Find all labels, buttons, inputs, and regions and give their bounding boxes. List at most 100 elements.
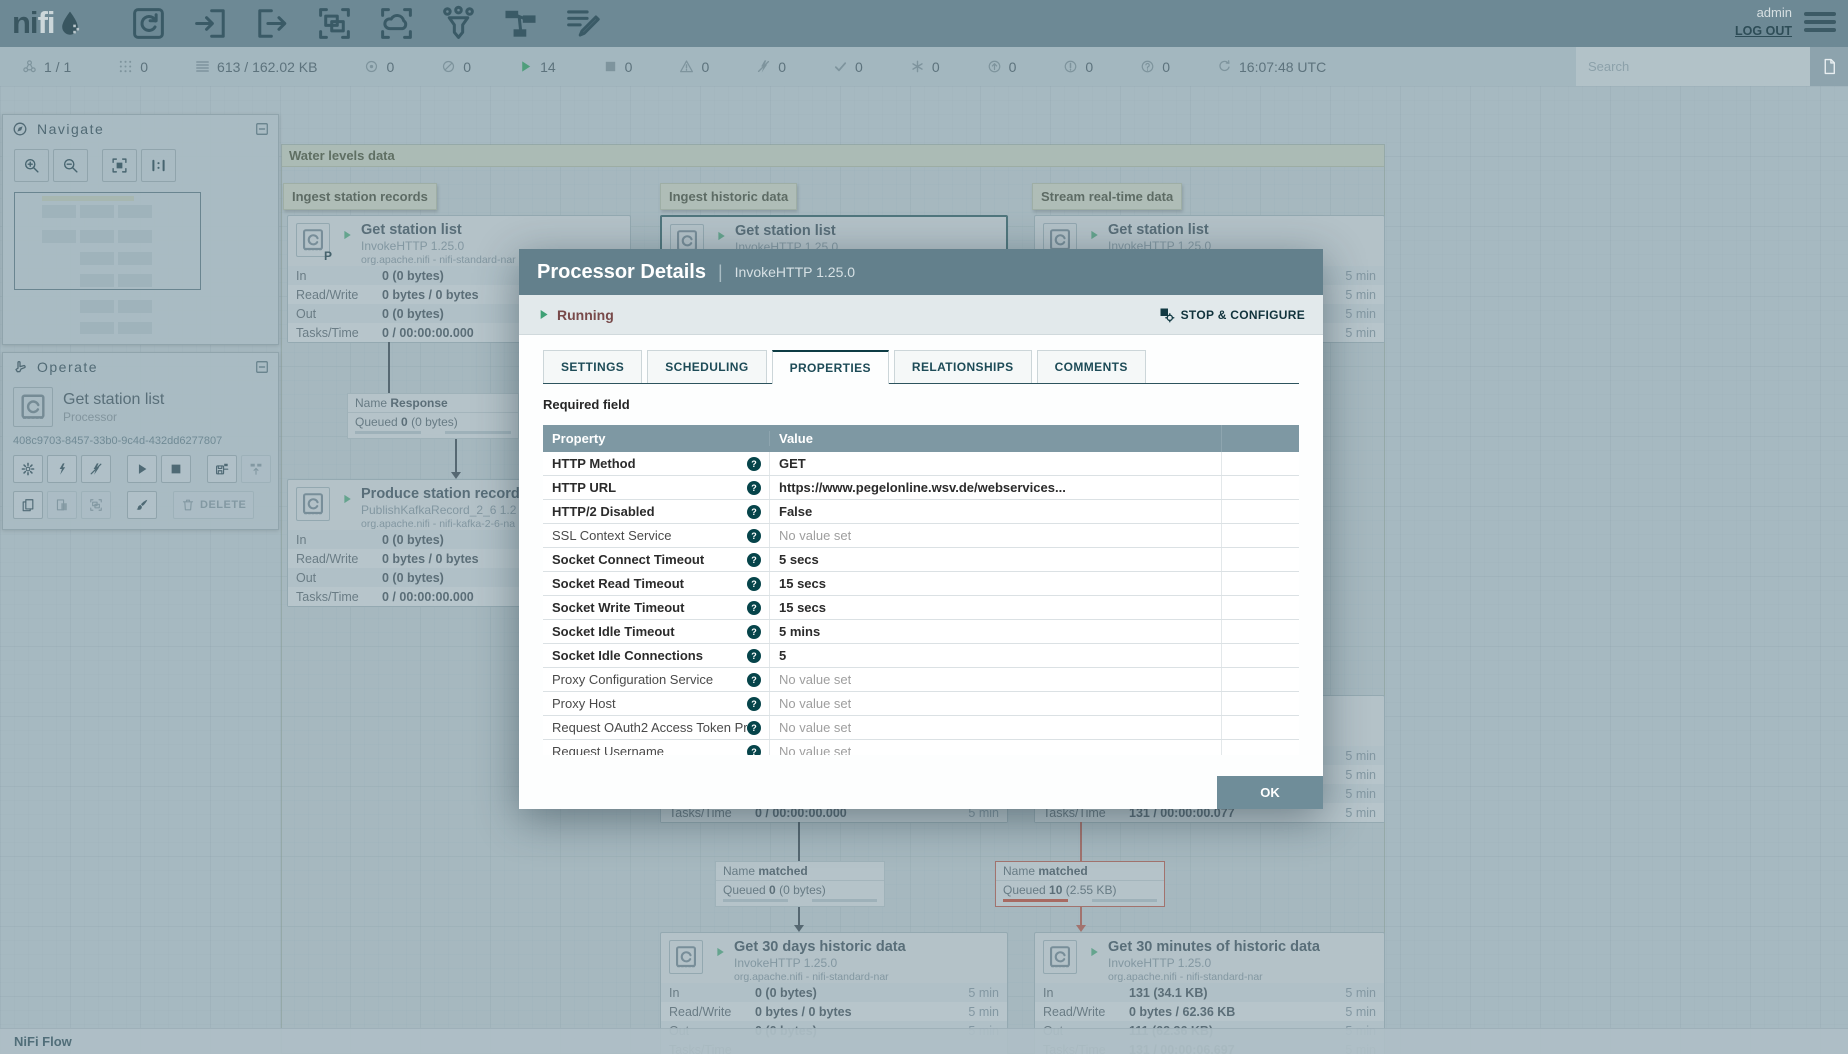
property-row[interactable]: Request OAuth2 Access Token Provider? No … xyxy=(543,716,1299,740)
help-icon[interactable]: ? xyxy=(747,624,761,639)
property-value[interactable]: No value set xyxy=(779,744,851,755)
property-value[interactable]: No value set xyxy=(779,720,851,735)
property-name: HTTP/2 Disabled xyxy=(552,504,655,519)
stop-and-configure-button[interactable]: STOP & CONFIGURE xyxy=(1159,307,1305,323)
status-item-last-refresh[interactable]: 16:07:48 UTC xyxy=(1217,59,1326,75)
property-value[interactable]: https://www.pegelonline.wsv.de/webservic… xyxy=(779,480,1066,495)
status-value: 16:07:48 UTC xyxy=(1239,58,1327,75)
locally-modified-stale-icon xyxy=(1063,59,1078,74)
help-icon[interactable]: ? xyxy=(747,696,761,711)
property-name: Request Username xyxy=(552,744,664,755)
status-item-locally-modified-stale-count: 0 xyxy=(1063,59,1093,75)
title-separator: | xyxy=(717,261,723,282)
tab-relationships[interactable]: RELATIONSHIPS xyxy=(893,350,1032,383)
help-icon[interactable]: ? xyxy=(747,552,761,567)
property-value[interactable]: GET xyxy=(779,456,806,471)
status-item-disabled-count: 0 xyxy=(756,59,786,75)
status-value: 0 xyxy=(386,58,395,75)
processor-details-dialog: Processor Details | InvokeHTTP 1.25.0 Ru… xyxy=(519,249,1323,809)
tab-settings[interactable]: SETTINGS xyxy=(543,350,643,383)
status-value: 1 / 1 xyxy=(44,58,72,75)
property-row[interactable]: Socket Write Timeout? 15 secs xyxy=(543,596,1299,620)
property-row[interactable]: HTTP/2 Disabled? False xyxy=(543,500,1299,524)
table-header: Property Value xyxy=(543,425,1299,452)
add-template-icon[interactable] xyxy=(502,5,539,42)
add-process-group-icon[interactable] xyxy=(316,5,353,42)
value-column-header: Value xyxy=(769,431,1221,446)
invalid-icon xyxy=(679,59,694,74)
locally-modified-icon xyxy=(910,59,925,74)
status-item-transmitting-remote: 0 xyxy=(364,59,394,75)
property-name: Socket Idle Timeout xyxy=(552,624,675,639)
current-user: admin xyxy=(1756,5,1792,20)
help-icon[interactable]: ? xyxy=(747,504,761,519)
status-value: 0 xyxy=(140,58,149,75)
up-to-date-icon xyxy=(833,59,848,74)
status-item-up-to-date-count: 0 xyxy=(833,59,863,75)
status-value: 0 xyxy=(1162,58,1171,75)
help-icon[interactable]: ? xyxy=(747,648,761,663)
help-icon[interactable]: ? xyxy=(747,576,761,591)
disabled-icon xyxy=(756,59,771,74)
logout-link[interactable]: LOG OUT xyxy=(1735,24,1792,38)
running-icon xyxy=(518,59,533,74)
add-input-port-icon[interactable] xyxy=(192,5,229,42)
property-row[interactable]: HTTP URL? https://www.pegelonline.wsv.de/… xyxy=(543,476,1299,500)
add-processor-icon[interactable] xyxy=(130,5,167,42)
stopped-icon xyxy=(603,59,618,74)
property-value[interactable]: No value set xyxy=(779,528,851,543)
property-row[interactable]: Socket Connect Timeout? 5 secs xyxy=(543,548,1299,572)
tab-scheduling[interactable]: SCHEDULING xyxy=(647,350,767,383)
property-value[interactable]: 15 secs xyxy=(779,576,826,591)
properties-table: Property Value HTTP Method? GET HTTP URL? h… xyxy=(543,425,1299,755)
global-menu-button[interactable] xyxy=(1804,12,1836,36)
help-icon[interactable]: ? xyxy=(747,672,761,687)
tab-properties[interactable]: PROPERTIES xyxy=(771,350,889,384)
run-state-label: Running xyxy=(557,306,614,323)
status-value: 0 xyxy=(1085,58,1094,75)
help-icon[interactable]: ? xyxy=(747,744,761,755)
property-value[interactable]: False xyxy=(779,504,812,519)
add-output-port-icon[interactable] xyxy=(254,5,291,42)
property-column-header: Property xyxy=(552,431,606,446)
add-label-icon[interactable] xyxy=(564,5,601,42)
add-remote-process-group-icon[interactable] xyxy=(378,5,415,42)
help-icon[interactable]: ? xyxy=(747,720,761,735)
property-name: Proxy Host xyxy=(552,696,616,711)
property-row[interactable]: Socket Idle Timeout? 5 mins xyxy=(543,620,1299,644)
ok-button[interactable]: OK xyxy=(1217,776,1323,809)
tab-comments[interactable]: COMMENTS xyxy=(1036,350,1146,383)
help-icon[interactable]: ? xyxy=(747,456,761,471)
nifi-logo: ni fi xyxy=(12,5,83,41)
status-value: 0 xyxy=(931,58,940,75)
property-row[interactable]: Request Username? No value set xyxy=(543,740,1299,755)
property-value[interactable]: 5 mins xyxy=(779,624,820,639)
property-value[interactable]: 5 xyxy=(779,648,786,663)
property-value[interactable]: No value set xyxy=(779,696,851,711)
help-icon[interactable]: ? xyxy=(747,480,761,495)
status-bar: 1 / 1 0 613 / 162.02 KB 0 0 14 0 0 0 0 0 0 0 0 16:07:4… xyxy=(0,47,1848,86)
status-item-stopped-count: 0 xyxy=(603,59,632,75)
property-row[interactable]: Proxy Configuration Service? No value set xyxy=(543,668,1299,692)
page-icon xyxy=(1821,58,1838,75)
property-value[interactable]: 15 secs xyxy=(779,600,826,615)
property-row[interactable]: Proxy Host? No value set xyxy=(543,692,1299,716)
bulletin-board-button[interactable] xyxy=(1810,47,1848,86)
property-row[interactable]: Socket Idle Connections? 5 xyxy=(543,644,1299,668)
status-items: 1 / 1 0 613 / 162.02 KB 0 0 14 0 0 0 0 0 0 0 0 16:07:4… xyxy=(22,47,1326,86)
help-icon[interactable]: ? xyxy=(747,600,761,615)
help-icon[interactable]: ? xyxy=(747,528,761,543)
search-input[interactable] xyxy=(1576,47,1810,86)
property-name: HTTP Method xyxy=(552,456,636,471)
property-row[interactable]: HTTP Method? GET xyxy=(543,452,1299,476)
status-value: 0 xyxy=(778,58,787,75)
property-row[interactable]: SSL Context Service? No value set xyxy=(543,524,1299,548)
property-row[interactable]: Socket Read Timeout? 15 secs xyxy=(543,572,1299,596)
property-value[interactable]: 5 secs xyxy=(779,552,819,567)
nifi-drop-icon xyxy=(57,8,83,38)
add-funnel-icon[interactable] xyxy=(440,5,477,42)
dialog-header: Processor Details | InvokeHTTP 1.25.0 xyxy=(519,249,1323,295)
dialog-status-bar: Running STOP & CONFIGURE xyxy=(519,295,1323,335)
property-value[interactable]: No value set xyxy=(779,672,851,687)
status-item-invalid-count: 0 xyxy=(679,59,709,75)
